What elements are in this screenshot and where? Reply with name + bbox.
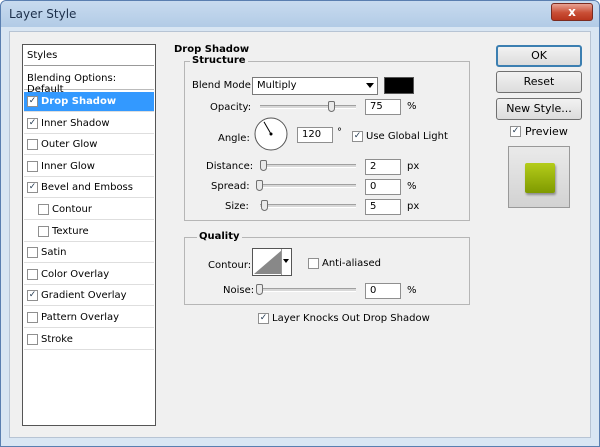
section-title: Drop Shadow	[174, 44, 250, 55]
style-item-inner-shadow[interactable]: ✓ Inner Shadow	[24, 114, 154, 134]
size-label: Size:	[225, 201, 249, 212]
title-bar[interactable]: Layer Style x	[1, 1, 599, 27]
distance-slider-thumb[interactable]	[260, 160, 267, 171]
size-unit: px	[407, 201, 420, 212]
style-checkbox[interactable]	[38, 225, 49, 237]
distance-input[interactable]: 2	[365, 159, 401, 175]
style-item-pattern-overlay[interactable]: Pattern Overlay	[24, 308, 154, 328]
opacity-input[interactable]: 75	[365, 99, 401, 115]
style-checkbox[interactable]	[27, 312, 38, 323]
style-item-gradient-overlay[interactable]: ✓ Gradient Overlay	[24, 286, 154, 307]
style-checkbox[interactable]	[38, 204, 49, 215]
opacity-slider-track[interactable]	[260, 105, 356, 109]
style-checkbox[interactable]: ✓	[27, 96, 38, 107]
spread-unit: %	[407, 181, 417, 192]
style-item-bevel-and-emboss[interactable]: ✓ Bevel and Emboss	[24, 178, 154, 199]
contour-dropdown[interactable]	[281, 249, 291, 275]
contour-curve-icon	[254, 250, 282, 274]
styles-header[interactable]: Styles	[24, 46, 154, 66]
style-item-label: Drop Shadow	[41, 96, 117, 107]
style-checkbox[interactable]	[27, 268, 38, 280]
opacity-slider-thumb[interactable]	[328, 101, 335, 112]
size-slider-thumb[interactable]	[261, 200, 268, 211]
noise-slider-track[interactable]	[260, 288, 356, 292]
preview-thumbnail	[508, 146, 570, 208]
ok-button[interactable]: OK	[496, 45, 582, 67]
distance-unit: px	[407, 161, 420, 172]
structure-title: Structure	[190, 55, 248, 66]
style-item-label: Color Overlay	[41, 268, 110, 280]
style-item-label: Outer Glow	[41, 139, 98, 151]
layer-style-window: Layer Style x Styles Blending Options: D…	[0, 0, 600, 447]
distance-slider-track[interactable]	[260, 164, 356, 168]
angle-unit: °	[337, 127, 342, 138]
style-item-color-overlay[interactable]: Color Overlay	[24, 265, 154, 285]
shadow-color-swatch[interactable]	[384, 77, 414, 94]
opacity-unit: %	[407, 101, 417, 112]
size-input[interactable]: 5	[365, 199, 401, 215]
style-item-label: Bevel and Emboss	[41, 182, 133, 194]
style-item-texture[interactable]: Texture	[24, 222, 154, 242]
angle-dial-icon[interactable]	[253, 116, 289, 152]
style-item-label: Inner Glow	[41, 160, 95, 172]
quality-title: Quality	[197, 231, 242, 242]
style-item-outer-glow[interactable]: Outer Glow	[24, 135, 154, 156]
close-button[interactable]: x	[551, 3, 593, 21]
noise-label: Noise:	[223, 285, 255, 296]
style-item-label: Pattern Overlay	[41, 312, 120, 323]
spread-label: Spread:	[211, 181, 250, 192]
style-item-label: Contour	[52, 204, 92, 215]
opacity-label: Opacity:	[210, 102, 252, 113]
dialog-client-area: Styles Blending Options: Default ✓ Drop S…	[9, 31, 591, 438]
spread-slider-thumb[interactable]	[256, 180, 263, 191]
style-item-label: Texture	[52, 225, 89, 237]
style-checkbox[interactable]	[27, 139, 38, 151]
style-item-label: Stroke	[41, 333, 73, 345]
size-slider-track[interactable]	[260, 204, 356, 208]
angle-input[interactable]: 120	[297, 127, 333, 143]
spread-input[interactable]: 0	[365, 179, 401, 195]
style-item-contour[interactable]: Contour	[24, 200, 154, 220]
preview-swatch	[525, 163, 555, 193]
style-checkbox[interactable]: ✓	[27, 290, 38, 302]
knockout-label[interactable]: Layer Knocks Out Drop Shadow	[272, 313, 430, 324]
style-item-inner-glow[interactable]: Inner Glow	[24, 157, 154, 177]
noise-slider-thumb[interactable]	[256, 284, 263, 295]
blend-mode-select[interactable]: Multiply	[252, 77, 378, 95]
anti-aliased-checkbox[interactable]	[308, 258, 319, 269]
style-checkbox[interactable]: ✓	[27, 182, 38, 194]
noise-input[interactable]: 0	[365, 283, 401, 299]
style-item-label: Gradient Overlay	[41, 290, 127, 302]
knockout-checkbox[interactable]: ✓	[258, 313, 269, 324]
style-item-stroke[interactable]: Stroke	[24, 330, 154, 350]
spread-slider-track[interactable]	[260, 184, 356, 188]
style-checkbox[interactable]	[27, 247, 38, 259]
noise-unit: %	[407, 285, 417, 296]
style-item-drop-shadow[interactable]: ✓ Drop Shadow	[24, 92, 154, 112]
use-global-light-label[interactable]: Use Global Light	[366, 131, 448, 142]
styles-list: Styles Blending Options: Default ✓ Drop S…	[22, 44, 156, 426]
angle-label: Angle:	[218, 133, 250, 144]
style-item-label: Inner Shadow	[41, 117, 110, 129]
new-style-button[interactable]: New Style...	[496, 98, 582, 120]
blending-options-item[interactable]: Blending Options: Default	[24, 69, 154, 95]
preview-checkbox[interactable]: ✓	[510, 126, 521, 137]
style-item-label: Satin	[41, 247, 67, 259]
style-item-satin[interactable]: Satin	[24, 243, 154, 264]
preview-label[interactable]: Preview	[525, 125, 568, 138]
contour-picker[interactable]	[252, 248, 292, 276]
use-global-light-checkbox[interactable]: ✓	[352, 131, 363, 142]
distance-label: Distance:	[206, 161, 254, 172]
chevron-down-icon	[366, 83, 374, 88]
window-title: Layer Style	[9, 7, 77, 21]
style-checkbox[interactable]	[27, 160, 38, 172]
style-checkbox[interactable]: ✓	[27, 117, 38, 129]
reset-button[interactable]: Reset	[496, 71, 582, 93]
contour-label: Contour:	[208, 260, 252, 271]
chevron-down-icon	[283, 259, 289, 263]
style-checkbox[interactable]	[27, 333, 38, 345]
anti-aliased-label[interactable]: Anti-aliased	[322, 258, 381, 269]
blend-mode-label: Blend Mode:	[192, 80, 255, 91]
close-icon: x	[568, 5, 576, 19]
